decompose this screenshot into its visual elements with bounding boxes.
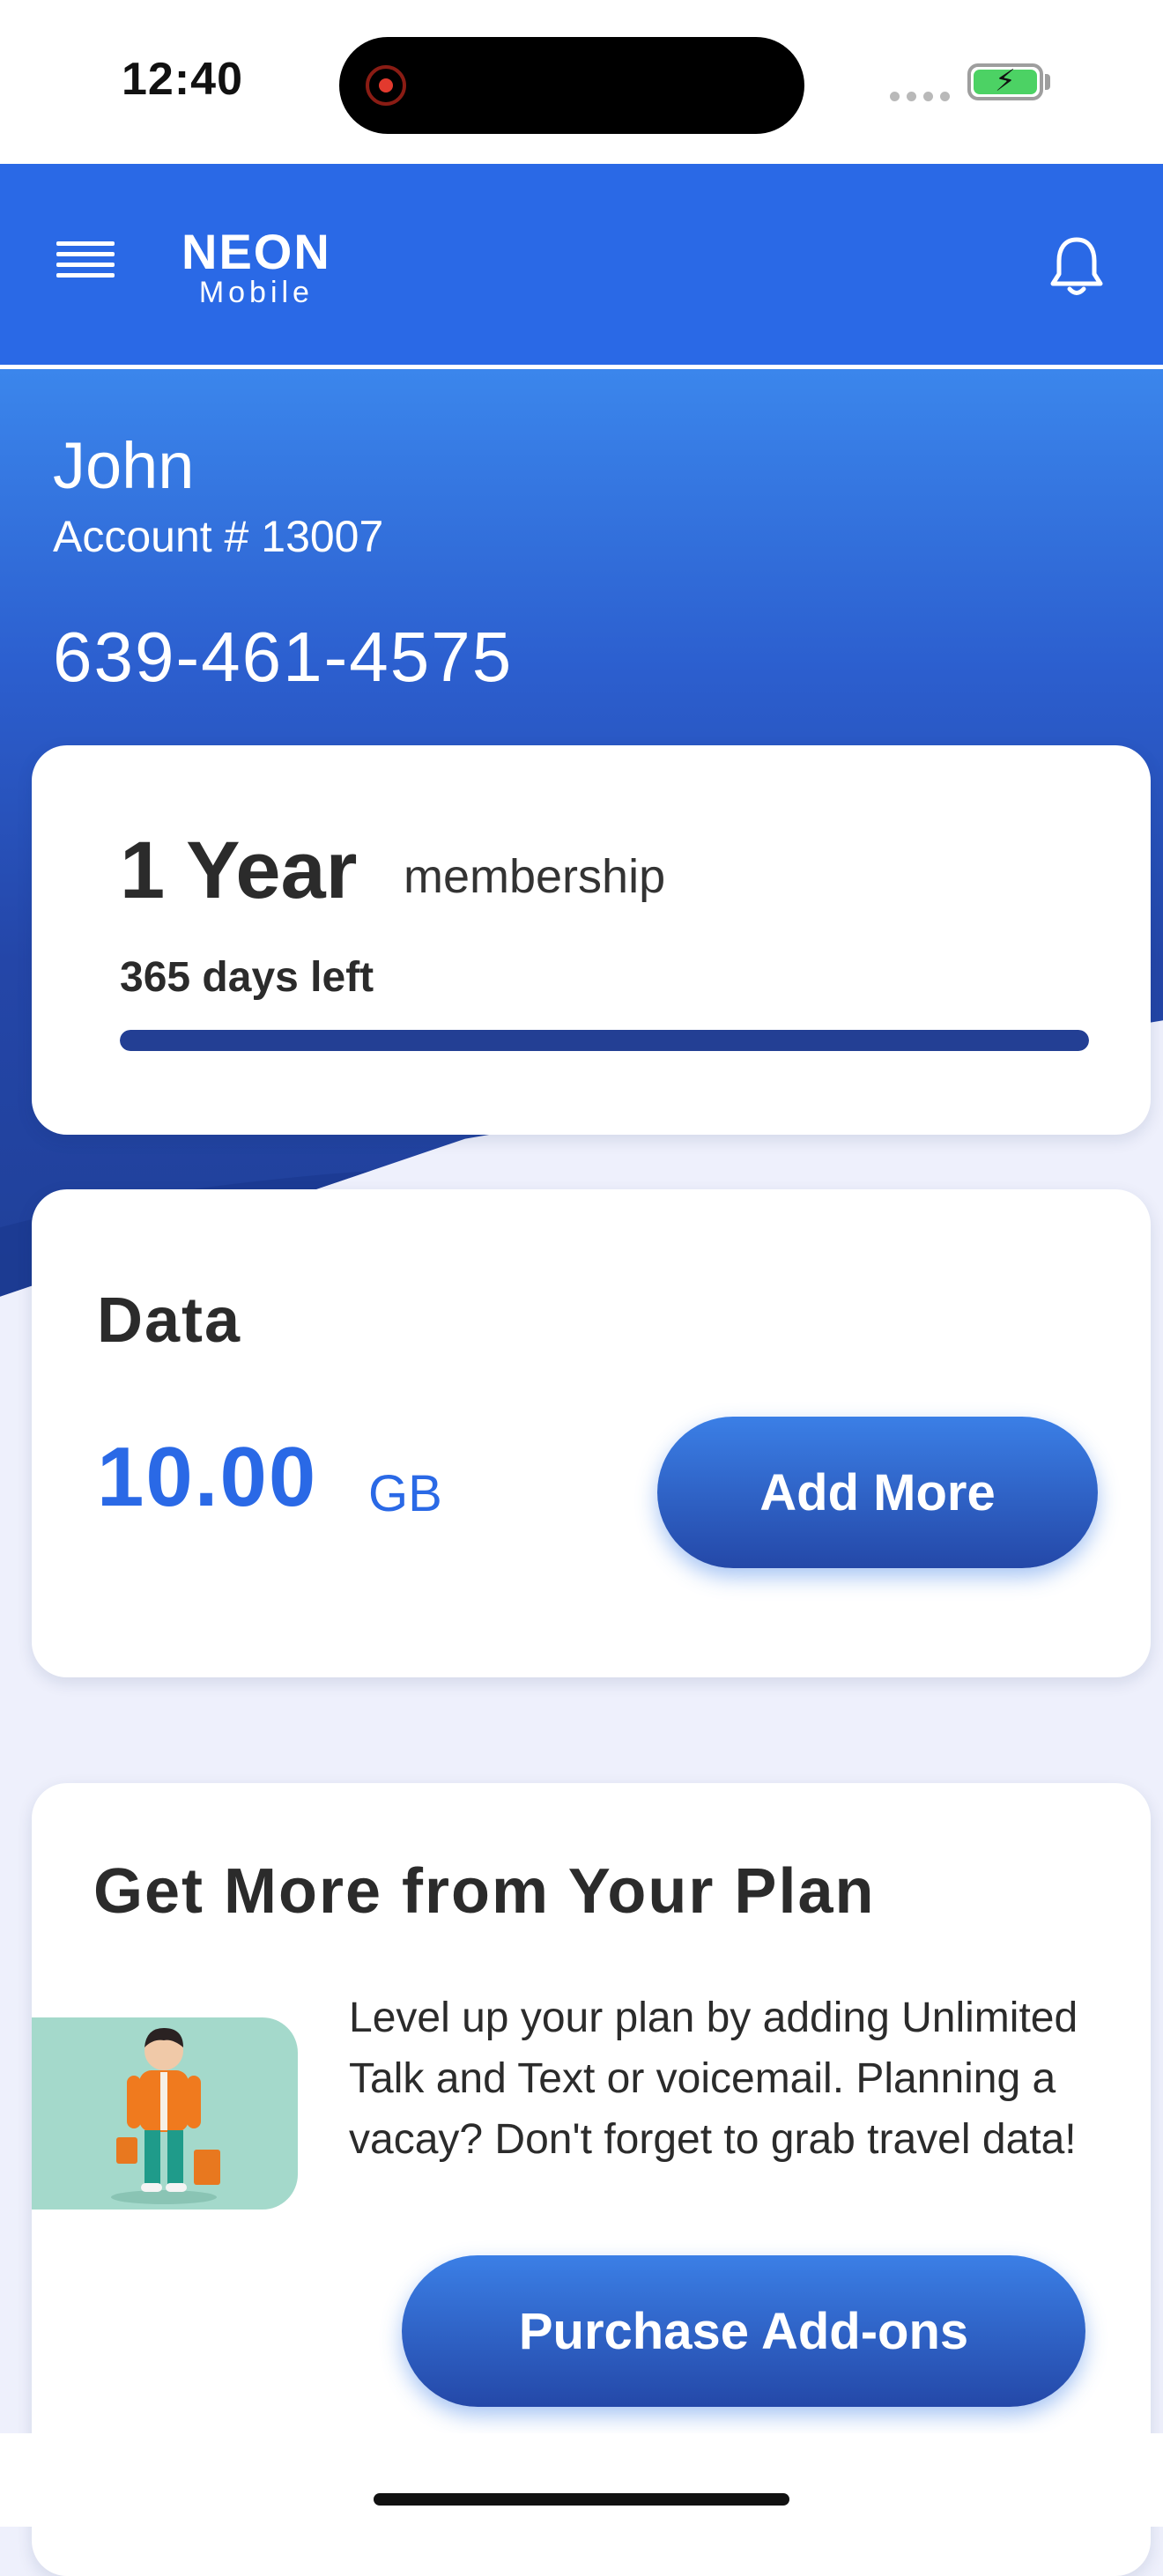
menu-icon[interactable] <box>56 241 115 282</box>
battery-icon: ⚡ <box>967 63 1043 100</box>
data-unit: GB <box>368 1465 442 1522</box>
membership-progress <box>120 1030 1089 1051</box>
signal-icon <box>890 92 950 101</box>
data-card: Data 10.00 GB Add More <box>32 1189 1151 1677</box>
home-area <box>0 2433 1163 2527</box>
account-number: Account # 13007 <box>53 512 384 561</box>
days-left: 365 days left <box>120 954 374 1001</box>
dynamic-island <box>339 37 804 134</box>
status-time: 12:40 <box>122 54 243 105</box>
add-more-button[interactable]: Add More <box>657 1417 1098 1568</box>
phone-number: 639-461-4575 <box>53 618 514 696</box>
logo-top: NEON <box>181 224 331 279</box>
addons-title: Get More from Your Plan <box>93 1856 876 1927</box>
membership-progress-fill <box>120 1030 1089 1051</box>
traveler-illustration <box>32 2017 298 2210</box>
home-indicator[interactable] <box>374 2493 789 2506</box>
plan-length: 1 Year <box>120 825 358 915</box>
app-header: NEON Mobile <box>0 164 1163 365</box>
bell-icon[interactable] <box>1048 234 1105 298</box>
record-icon <box>366 65 406 106</box>
neon-mobile-logo: NEON Mobile <box>181 224 331 310</box>
status-bar: 12:40 ⚡ <box>0 0 1163 164</box>
header-divider <box>0 365 1163 369</box>
membership-card: 1 Year membership 365 days left <box>32 745 1151 1135</box>
data-value: 10.00 <box>97 1430 318 1524</box>
data-title: Data <box>97 1285 242 1356</box>
battery-cap <box>1045 74 1050 90</box>
addons-description: Level up your plan by adding Unlimited T… <box>349 1995 1078 2163</box>
purchase-addons-button[interactable]: Purchase Add-ons <box>402 2255 1085 2407</box>
logo-sub: Mobile <box>198 276 314 309</box>
user-name: John <box>53 429 195 502</box>
plan-suffix: membership <box>404 850 666 903</box>
